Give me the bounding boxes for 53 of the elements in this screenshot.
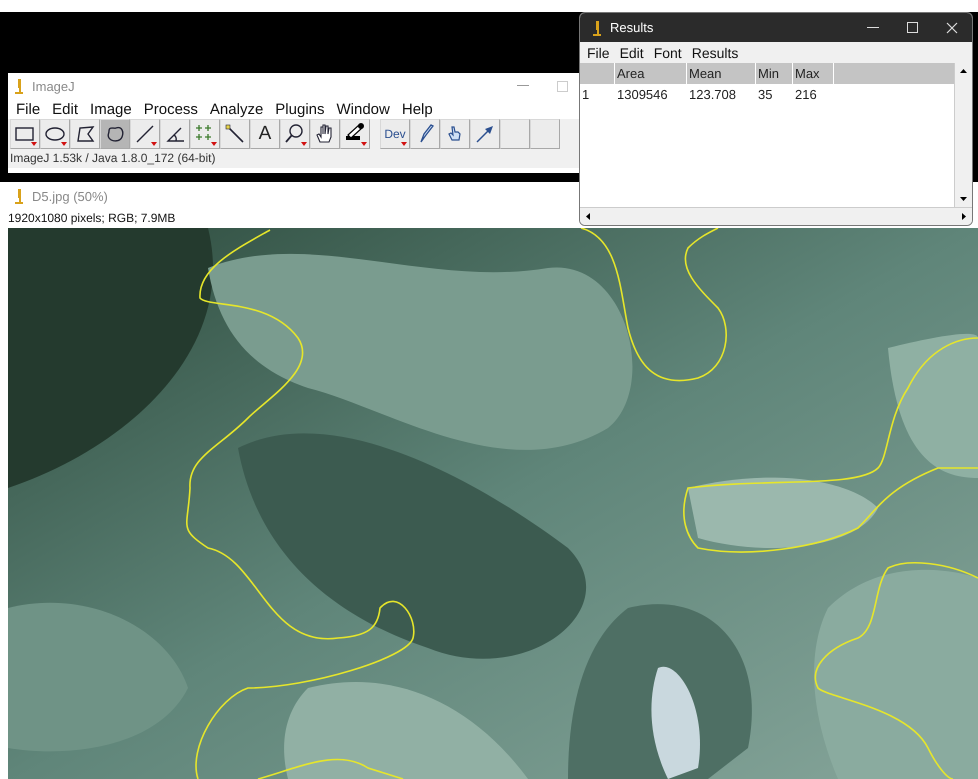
text-tool[interactable]: A: [250, 119, 280, 149]
angle-tool[interactable]: [160, 119, 190, 149]
scroll-right-icon[interactable]: [962, 212, 966, 220]
microscope-icon: [592, 20, 602, 36]
microscope-icon: [14, 188, 24, 204]
scroll-down-icon[interactable]: [960, 197, 966, 201]
menu-item[interactable]: Analyze: [204, 100, 270, 118]
menu-item[interactable]: Edit: [46, 100, 84, 118]
vertical-scrollbar[interactable]: [954, 63, 972, 207]
menu-item[interactable]: File: [10, 100, 46, 118]
scroll-left-icon[interactable]: [586, 212, 590, 220]
column-header[interactable]: Mean: [687, 63, 756, 84]
table-cell-text: 123.708: [688, 86, 737, 104]
microscope-icon: [14, 78, 24, 94]
horizontal-scrollbar[interactable]: [580, 207, 972, 225]
pointer-tool[interactable]: [440, 119, 470, 149]
table-cell-text: 1309546: [616, 86, 669, 104]
table-cell-text: 216: [794, 86, 818, 104]
window-title: D5.jpg (50%): [32, 188, 108, 204]
window-title: Results: [610, 20, 654, 35]
menu-item[interactable]: Font: [648, 44, 687, 60]
dropper-tool[interactable]: [340, 119, 370, 149]
freehand-tool[interactable]: [100, 119, 130, 149]
menu-item[interactable]: Plugins: [269, 100, 330, 118]
column-header[interactable]: Max: [793, 63, 834, 84]
hand-tool[interactable]: [310, 119, 340, 149]
table-cell-text: 1: [581, 86, 590, 104]
rectangle-tool[interactable]: [10, 119, 40, 149]
polygon-tool[interactable]: [70, 119, 100, 149]
menu-item[interactable]: Help: [396, 100, 439, 118]
wand-tool[interactable]: [220, 119, 250, 149]
close-icon[interactable]: [946, 22, 958, 34]
line-tool[interactable]: [130, 119, 160, 149]
magnifier-tool[interactable]: [280, 119, 310, 149]
menu-item[interactable]: Image: [84, 100, 138, 118]
column-header[interactable]: Min: [756, 63, 793, 84]
scroll-up-icon[interactable]: [960, 69, 966, 73]
menu-item[interactable]: Edit: [614, 44, 649, 60]
image-info: 1920x1080 pixels; RGB; 7.9MB: [8, 210, 176, 227]
brush-tool[interactable]: [410, 119, 440, 149]
column-header[interactable]: Area: [615, 63, 687, 84]
oval-tool[interactable]: [40, 119, 70, 149]
minimize-icon[interactable]: [867, 26, 879, 28]
menu-item[interactable]: Results: [686, 44, 744, 60]
table-cell-text: 35: [757, 86, 774, 104]
window-title: ImageJ: [32, 78, 75, 94]
menu-item[interactable]: File: [582, 44, 615, 60]
maximize-icon[interactable]: [907, 22, 918, 33]
points-tool[interactable]: [190, 119, 220, 149]
arrow-tool[interactable]: [470, 119, 500, 149]
dev-tool[interactable]: Dev: [380, 119, 410, 149]
menu-item[interactable]: Window: [330, 100, 396, 118]
menu-item[interactable]: Process: [138, 100, 204, 118]
